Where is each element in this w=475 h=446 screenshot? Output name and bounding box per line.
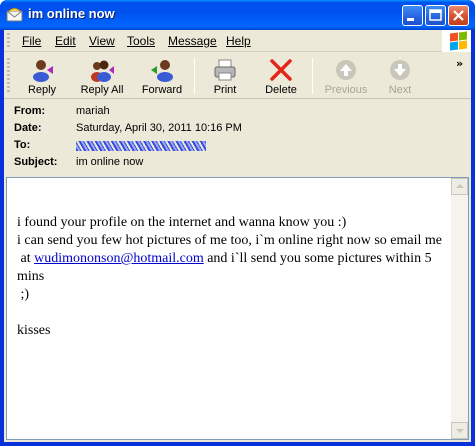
- minimize-button[interactable]: [402, 5, 423, 26]
- toolbar-separator: [194, 58, 195, 94]
- print-button[interactable]: Print: [200, 55, 250, 97]
- to-label: To:: [14, 139, 31, 151]
- date-value: Saturday, April 30, 2011 10:16 PM: [76, 122, 242, 134]
- previous-label: Previous: [324, 84, 368, 96]
- message-text[interactable]: i found your profile on the internet and…: [17, 214, 447, 340]
- toolbar-overflow-chevron-icon[interactable]: »: [456, 57, 463, 70]
- redaction-scribble: [76, 141, 206, 151]
- body-line: kisses: [17, 323, 51, 338]
- menu-edit[interactable]: Edit: [55, 34, 76, 48]
- scroll-down-button[interactable]: [451, 422, 468, 439]
- previous-button[interactable]: Previous: [318, 55, 374, 97]
- toolbar-grip[interactable]: [7, 58, 10, 94]
- menu-file-label: File: [22, 34, 42, 48]
- reply-all-button[interactable]: Reply All: [72, 55, 132, 97]
- forward-icon: [151, 60, 173, 82]
- subject-value: im online now: [76, 156, 144, 168]
- forward-label: Forward: [141, 84, 183, 96]
- to-value-redacted: [76, 139, 206, 154]
- arrow-up-icon: [336, 60, 356, 80]
- body-line-prefix: at: [17, 251, 35, 266]
- windows-logo-icon: [442, 30, 471, 52]
- menu-bar: File Edit View Tools Message Help: [4, 30, 471, 52]
- from-value: mariah: [76, 105, 110, 117]
- window-title: im online now: [28, 6, 115, 21]
- reply-label: Reply: [27, 84, 57, 96]
- vertical-scrollbar[interactable]: [451, 178, 468, 439]
- menu-message-label: Message: [168, 34, 217, 48]
- delete-x-icon: [270, 59, 292, 81]
- body-blank-line: [17, 304, 447, 322]
- delete-label: Delete: [265, 84, 297, 96]
- subject-label: Subject:: [14, 156, 58, 168]
- reply-button[interactable]: Reply: [14, 55, 70, 97]
- reply-all-label: Reply All: [80, 84, 124, 96]
- menu-view[interactable]: View: [89, 34, 115, 48]
- maximize-icon: [429, 9, 442, 21]
- reply-icon: [33, 60, 53, 82]
- body-line-with-link: at wudimononson@hotmail.com and i`ll sen…: [17, 250, 447, 286]
- message-body[interactable]: i found your profile on the internet and…: [6, 177, 469, 440]
- message-header: From: mariah Date: Saturday, April 30, 2…: [4, 100, 471, 174]
- menu-file[interactable]: File: [22, 34, 41, 48]
- printer-icon: [214, 59, 236, 81]
- next-label: Next: [388, 84, 412, 96]
- from-label: From:: [14, 105, 46, 117]
- menu-message[interactable]: Message: [168, 34, 217, 48]
- minimize-icon: [407, 18, 414, 21]
- menu-help-label: Help: [226, 34, 251, 48]
- menu-grip[interactable]: [7, 33, 10, 49]
- maximize-button[interactable]: [425, 5, 446, 26]
- mail-app-icon: [6, 8, 23, 22]
- body-line: i found your profile on the internet and…: [17, 215, 347, 230]
- menu-help[interactable]: Help: [226, 34, 251, 48]
- date-label: Date:: [14, 122, 42, 134]
- menu-edit-label: Edit: [55, 34, 76, 48]
- delete-button[interactable]: Delete: [256, 55, 306, 97]
- close-icon: [453, 10, 464, 21]
- client-area: File Edit View Tools Message Help Reply: [4, 30, 471, 442]
- print-label: Print: [213, 84, 237, 96]
- scroll-up-arrow-icon: [456, 184, 464, 188]
- title-bar[interactable]: im online now: [0, 0, 475, 30]
- reply-all-icon: [91, 60, 114, 82]
- forward-button[interactable]: Forward: [134, 55, 190, 97]
- close-button[interactable]: [448, 5, 469, 26]
- next-button[interactable]: Next: [378, 55, 422, 97]
- menu-tools-label: Tools: [127, 34, 156, 48]
- menu-tools[interactable]: Tools: [127, 34, 155, 48]
- body-line: ;): [17, 287, 30, 302]
- scroll-up-button[interactable]: [451, 178, 468, 195]
- menu-view-label: View: [89, 34, 115, 48]
- scroll-down-arrow-icon: [456, 429, 464, 433]
- body-line: i can send you few hot pictures of me to…: [17, 233, 442, 248]
- message-window: im online now File Edit View Tools Messa…: [0, 0, 475, 446]
- toolbar-separator: [312, 58, 313, 94]
- email-link[interactable]: wudimononson@hotmail.com: [34, 251, 204, 266]
- toolbar: Reply Reply All Forward Print Delete Pre…: [4, 53, 471, 99]
- arrow-down-icon: [390, 60, 410, 80]
